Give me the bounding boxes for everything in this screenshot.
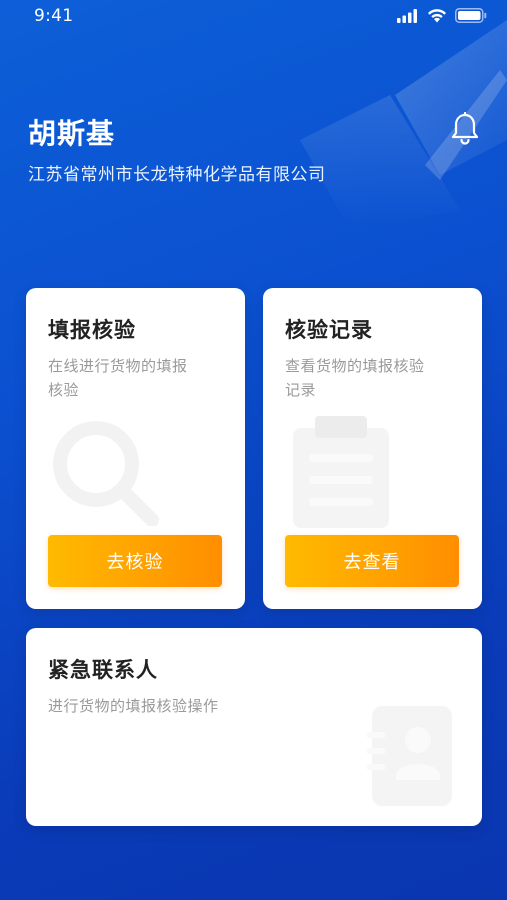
verify-records-desc-line1: 查看货物的填报核验 [285,357,425,375]
fill-verify-desc-line1: 在线进行货物的填报 [48,357,188,375]
fill-verify-desc-line2: 核验 [48,381,80,399]
company-name: 江苏省常州市长龙特种化学品有限公司 [28,165,326,185]
emergency-contact-desc: 进行货物的填报核验操作 [48,697,219,715]
bell-icon[interactable] [450,112,480,146]
fill-verify-desc: 在线进行货物的填报 核验 [48,354,188,402]
go-verify-button[interactable]: 去核验 [48,535,222,587]
battery-icon [455,8,487,23]
signal-icon [397,8,417,23]
verify-records-card[interactable]: 核验记录 查看货物的填报核验 记录 去查看 [263,288,482,609]
search-icon [53,421,159,526]
status-bar: 9:41 [0,0,507,34]
user-name: 胡斯基 [28,117,116,150]
fill-verify-title: 填报核验 [48,318,136,342]
go-view-button[interactable]: 去查看 [285,535,459,587]
fill-verify-card[interactable]: 填报核验 在线进行货物的填报 核验 去核验 [26,288,245,609]
status-icons [397,8,487,23]
contact-card-icon [366,706,452,806]
verify-records-desc: 查看货物的填报核验 记录 [285,354,425,402]
clipboard-icon [293,416,389,528]
status-time: 9:41 [34,6,74,26]
emergency-contact-card[interactable]: 紧急联系人 进行货物的填报核验操作 [26,628,482,826]
verify-records-title: 核验记录 [285,318,373,342]
verify-records-desc-line2: 记录 [285,381,317,399]
emergency-contact-title: 紧急联系人 [48,658,158,682]
wifi-icon [428,9,446,23]
